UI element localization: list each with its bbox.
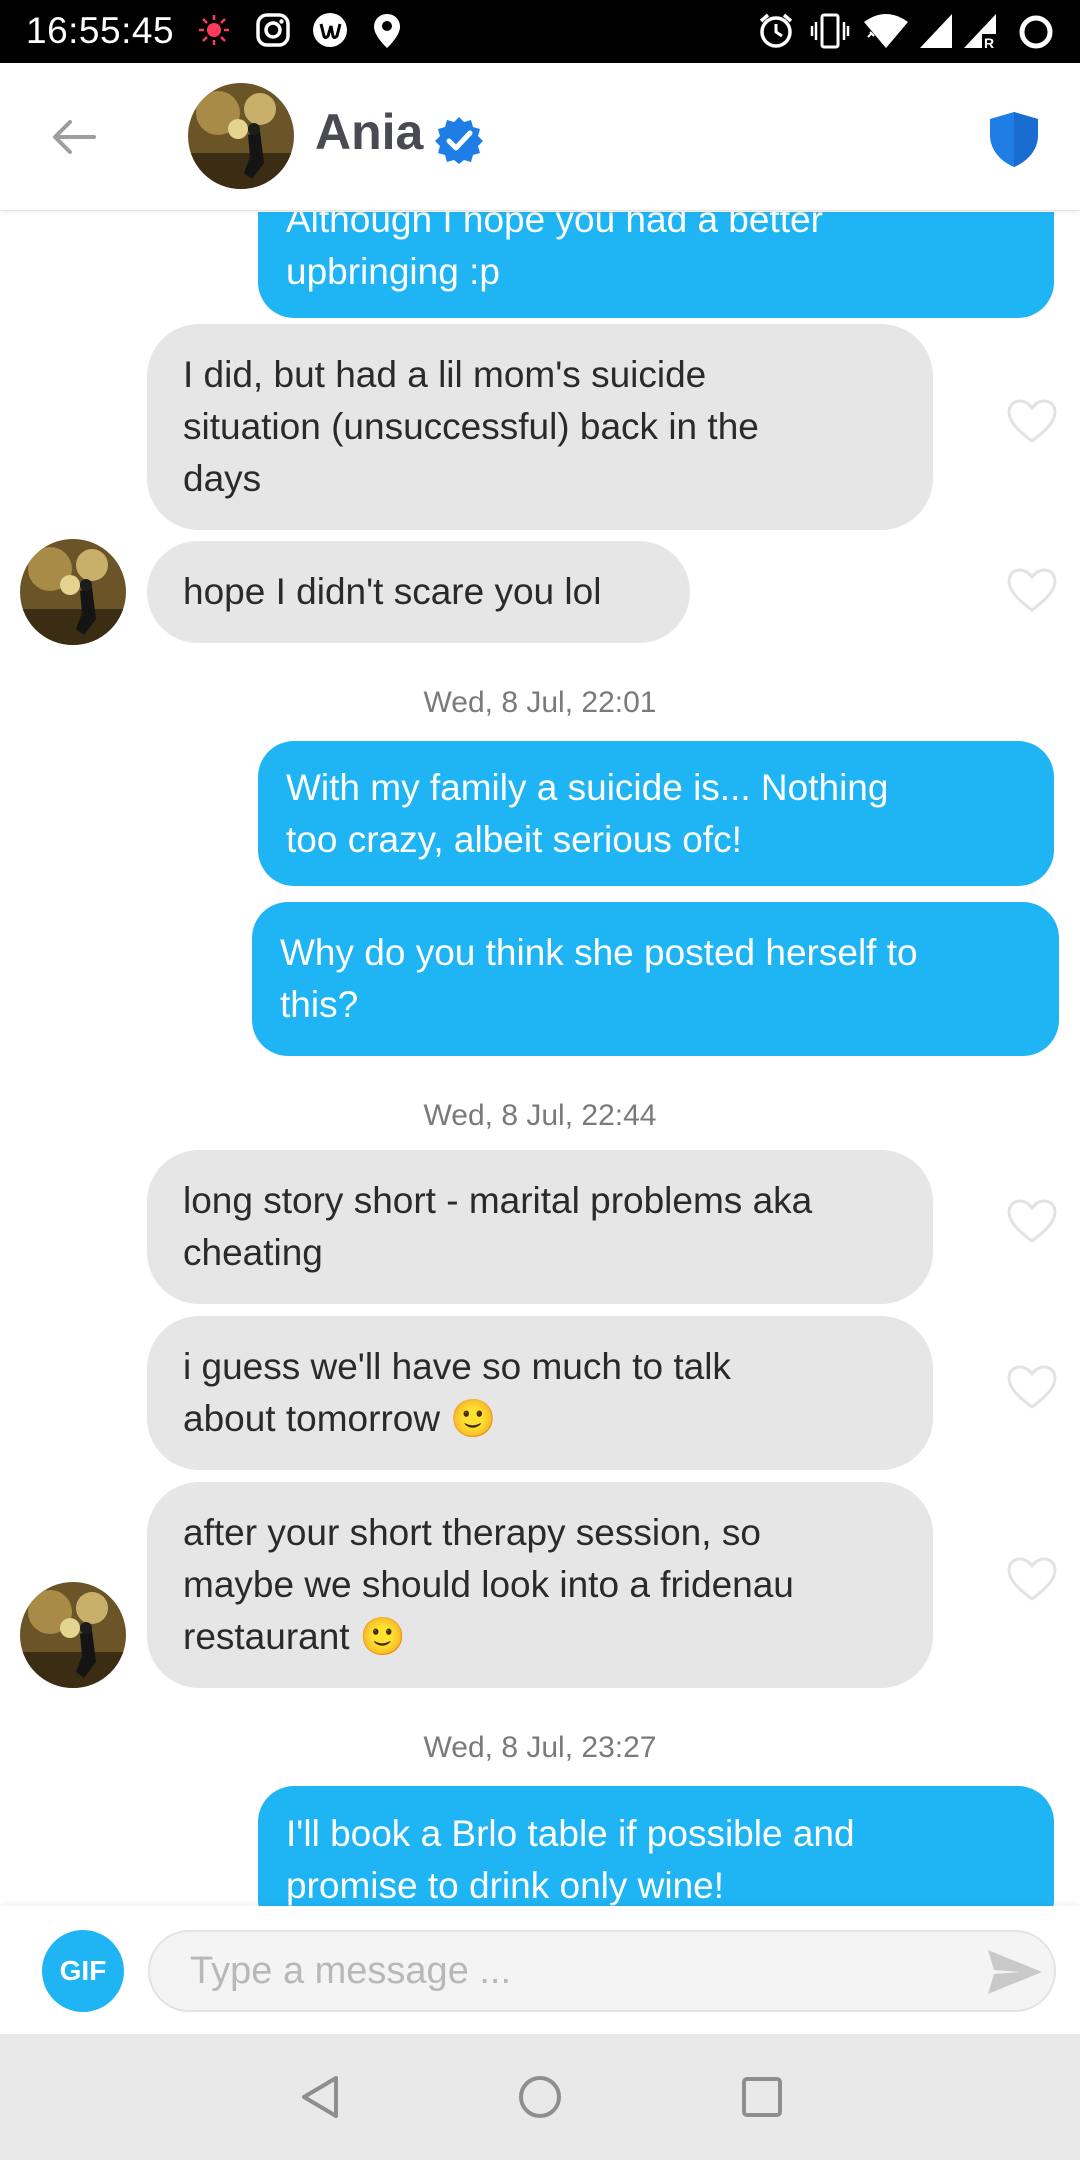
sent-message[interactable]: With my family a suicide is... Nothing t… <box>258 741 1054 886</box>
like-heart-icon[interactable] <box>1006 1556 1058 1602</box>
battery-ring-icon <box>1019 15 1053 49</box>
vibrate-icon <box>810 13 850 49</box>
message-timestamp: Wed, 8 Jul, 22:01 <box>423 686 657 719</box>
contact-avatar[interactable] <box>188 83 294 189</box>
status-time: 16:55:45 <box>26 10 175 51</box>
recents-square-icon[interactable] <box>737 2072 787 2122</box>
send-icon[interactable] <box>986 1946 1044 1998</box>
back-arrow-icon[interactable] <box>48 111 100 163</box>
sent-message[interactable]: Why do you think she posted herself to t… <box>252 902 1059 1056</box>
contact-avatar-small[interactable] <box>20 539 126 645</box>
like-heart-icon[interactable] <box>1006 1198 1058 1244</box>
alarm-icon <box>759 13 793 48</box>
contact-name: Ania <box>315 104 424 160</box>
message-timestamp: Wed, 8 Jul, 22:44 <box>423 1099 657 1132</box>
chat-thread[interactable]: Although I hope you had a better upbring… <box>0 212 1080 1906</box>
message-timestamp: Wed, 8 Jul, 23:27 <box>423 1731 657 1764</box>
signal-icon <box>920 14 952 48</box>
like-heart-icon[interactable] <box>1006 1364 1058 1410</box>
signal-roaming-icon: R <box>964 14 996 51</box>
app-u-icon <box>313 13 347 47</box>
received-message[interactable]: i guess we'll have so much to talk about… <box>147 1316 933 1470</box>
wifi-icon <box>864 14 908 48</box>
system-nav-bar <box>0 2034 1080 2160</box>
received-message[interactable]: hope I didn't scare you lol <box>147 541 690 643</box>
back-triangle-icon[interactable] <box>296 2072 346 2122</box>
safety-shield-icon[interactable] <box>988 109 1040 169</box>
received-message[interactable]: long story short - marital problems aka … <box>147 1150 933 1304</box>
location-pin-icon <box>374 14 400 48</box>
status-bar: 16:55:45 R <box>0 0 1080 63</box>
home-circle-icon[interactable] <box>515 2072 565 2122</box>
message-input[interactable]: Type a message ... <box>148 1930 1056 2012</box>
received-message[interactable]: I did, but had a lil mom's suicide situa… <box>147 324 933 530</box>
svg-text:R: R <box>984 35 994 51</box>
like-heart-icon[interactable] <box>1006 567 1058 613</box>
chat-header: Ania <box>0 63 1080 211</box>
sent-message[interactable]: I'll book a Brlo table if possible and p… <box>258 1786 1054 1906</box>
sent-message[interactable]: Although I hope you had a better upbring… <box>258 212 1054 318</box>
gif-button[interactable]: GIF <box>42 1930 124 2012</box>
received-message[interactable]: after your short therapy session, so may… <box>147 1482 933 1688</box>
instagram-icon <box>256 13 290 47</box>
verified-badge-icon <box>435 117 483 164</box>
message-composer: GIF Type a message ... <box>0 1906 1080 2034</box>
contact-avatar-small[interactable] <box>20 1582 126 1688</box>
like-heart-icon[interactable] <box>1006 398 1058 444</box>
sun-icon <box>199 15 229 45</box>
